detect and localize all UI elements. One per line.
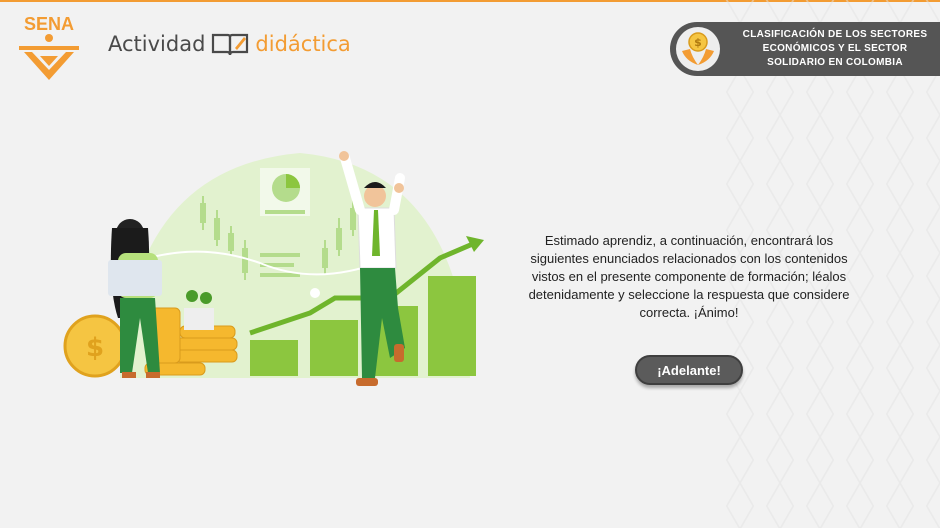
badge-title: CLASIFICACIÓN DE LOS SECTORES ECONÓMICOS…	[722, 28, 940, 70]
brand-suffix: didáctica	[255, 32, 351, 56]
actividad-didactica-title: Actividad didáctica	[108, 28, 351, 60]
open-book-icon	[212, 33, 249, 56]
svg-text:$: $	[86, 333, 104, 363]
sena-logo-text: SENA	[24, 14, 74, 34]
topic-badge: $ CLASIFICACIÓN DE LOS SECTORES ECONÓMIC…	[670, 22, 940, 76]
badge-line-1: CLASIFICACIÓN DE LOS SECTORES	[742, 29, 928, 40]
badge-line-3: SOLIDARIO EN COLOMBIA	[767, 57, 903, 68]
adelante-button[interactable]: ¡Adelante!	[635, 355, 743, 385]
svg-text:$: $	[694, 36, 702, 49]
finance-growth-illustration: $	[63, 151, 484, 386]
sena-logo: SENA	[19, 14, 79, 80]
instructions-text: Estimado aprendiz, a continuación, encon…	[528, 233, 850, 320]
brand-prefix: Actividad	[108, 32, 206, 56]
hands-coin-icon: $	[676, 27, 720, 71]
badge-line-2: ECONÓMICOS Y EL SECTOR	[762, 43, 908, 54]
